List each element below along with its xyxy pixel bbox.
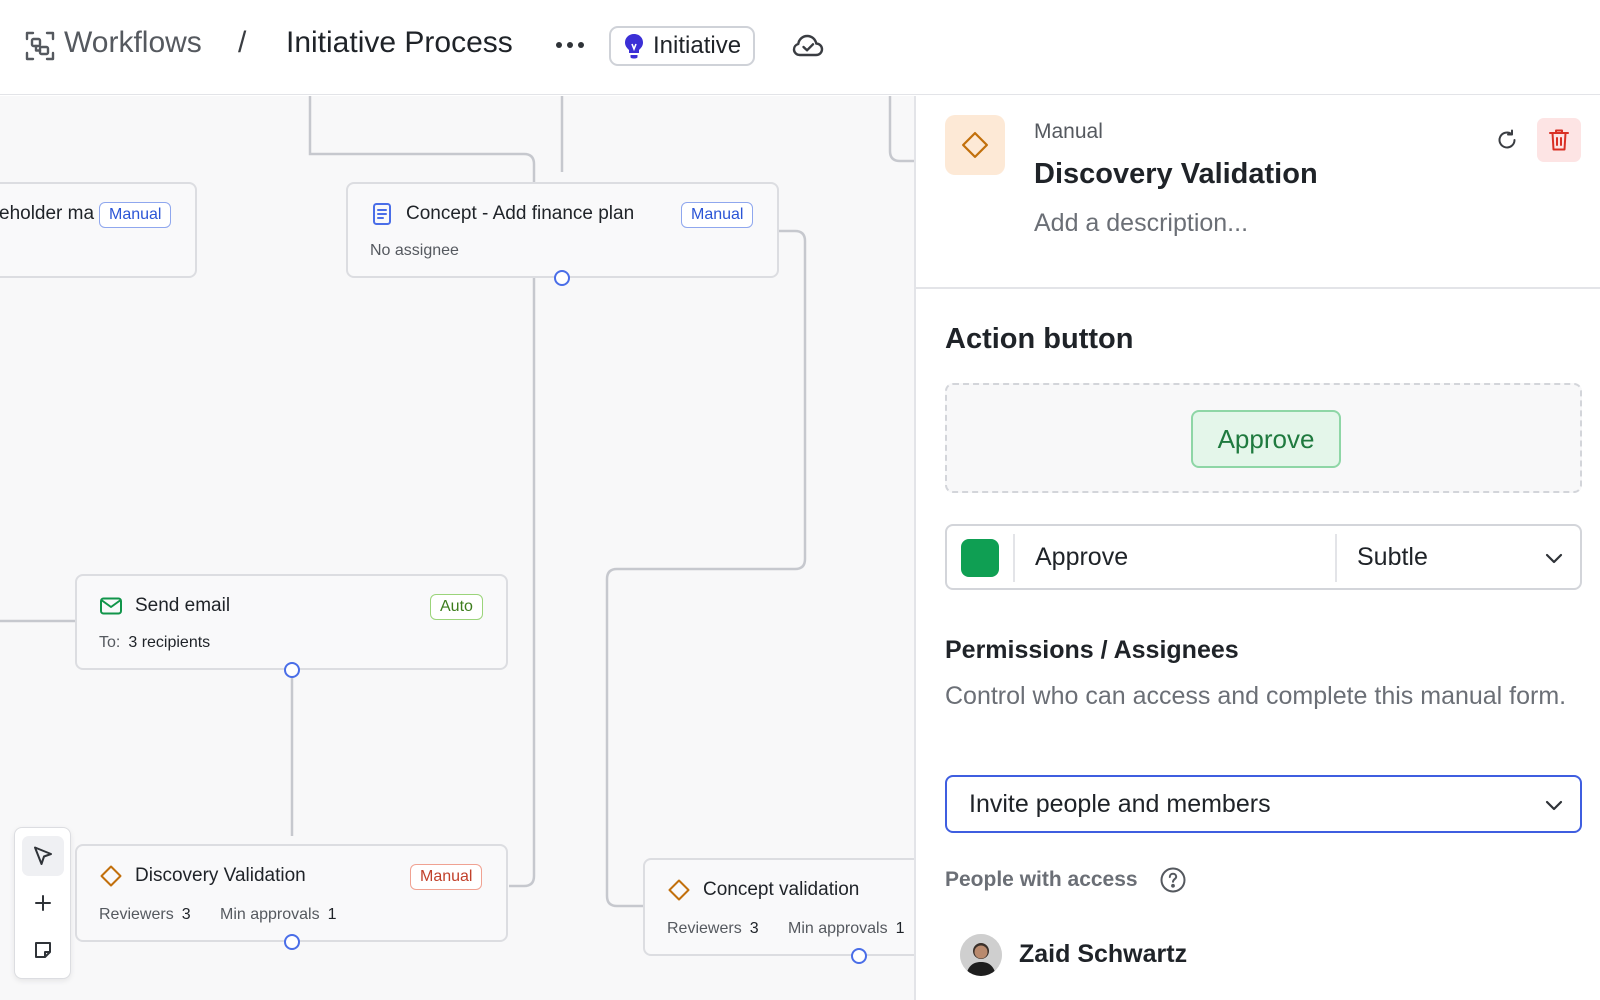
add-node-button[interactable] xyxy=(22,883,64,923)
chevron-down-icon xyxy=(1545,800,1563,811)
workflow-node-discovery-validation[interactable]: Discovery Validation Manual Reviewers 3 M… xyxy=(75,844,508,942)
invite-select-value: Invite people and members xyxy=(969,790,1271,818)
workflow-type-pill[interactable]: Initiative xyxy=(609,26,756,66)
node-type-badge xyxy=(945,115,1005,175)
reviewers-value: 3 xyxy=(749,920,759,937)
permissions-title: Permissions / Assignees xyxy=(945,636,1239,664)
connector-port[interactable] xyxy=(284,662,300,678)
reviewers-label: Reviewers xyxy=(99,906,174,923)
node-kind-label: Manual xyxy=(1034,120,1103,143)
node-details-panel: Manual Discovery Validation Add a descri… xyxy=(914,96,1600,1000)
document-icon xyxy=(373,203,391,225)
pointer-tool-button[interactable] xyxy=(22,836,64,876)
action-button-preview: Approve xyxy=(945,383,1582,493)
node-title: Concept validation xyxy=(703,879,860,900)
connector-port[interactable] xyxy=(851,948,867,964)
manual-tag: Manual xyxy=(410,864,483,890)
description-input[interactable]: Add a description... xyxy=(1034,209,1248,238)
user-avatar-icon xyxy=(960,934,1002,976)
node-title: Discovery Validation xyxy=(135,865,306,886)
approve-preview-button[interactable]: Approve xyxy=(1191,410,1341,468)
more-icon xyxy=(567,42,573,48)
button-color-swatch[interactable] xyxy=(961,539,999,577)
breadcrumb-workflows[interactable]: Workflows xyxy=(64,26,202,60)
reviewers-label: Reviewers xyxy=(667,920,742,937)
page-title[interactable]: Initiative Process xyxy=(286,26,513,60)
recipients-value: 3 recipients xyxy=(128,634,211,651)
auto-tag: Auto xyxy=(430,594,483,620)
diamond-icon xyxy=(962,132,988,158)
reviewers-value: 3 xyxy=(181,906,191,923)
invite-people-select[interactable]: Invite people and members xyxy=(945,775,1582,833)
refresh-button[interactable] xyxy=(1491,124,1523,156)
people-with-access-label: People with access xyxy=(945,868,1138,891)
workflow-type-label: Initiative xyxy=(653,32,742,59)
workflow-canvas[interactable]: eholder ma Manual Concept - Add finance … xyxy=(0,96,914,1000)
button-label-input[interactable]: Approve xyxy=(1035,543,1128,572)
diamond-icon xyxy=(668,879,690,901)
pointer-icon xyxy=(34,846,52,865)
diamond-icon xyxy=(100,865,122,887)
min-approvals-label: Min approvals xyxy=(220,906,320,923)
min-approvals-value: 1 xyxy=(895,920,905,937)
trash-icon xyxy=(1549,129,1569,151)
node-title: eholder ma xyxy=(0,203,95,224)
manual-tag: Manual xyxy=(99,202,172,228)
node-title: Send email xyxy=(135,595,231,616)
connector-port[interactable] xyxy=(284,934,300,950)
node-title-field[interactable]: Discovery Validation xyxy=(1034,158,1318,191)
person-name: Zaid Schwartz xyxy=(1019,940,1188,968)
node-title: Concept - Add finance plan xyxy=(406,203,635,224)
node-min-approvals: Min approvals 1 xyxy=(220,906,337,924)
add-note-button[interactable] xyxy=(22,930,64,970)
recipients-label: To: xyxy=(99,634,121,651)
more-icon xyxy=(556,42,562,48)
cloud-check-icon[interactable] xyxy=(792,32,824,60)
avatar xyxy=(960,934,1002,976)
button-style-select[interactable]: Subtle xyxy=(1357,543,1428,572)
action-button-section-title: Action button xyxy=(945,323,1134,355)
config-divider xyxy=(1335,534,1337,582)
canvas-toolbar xyxy=(14,827,71,979)
min-approvals-value: 1 xyxy=(327,906,337,923)
workflow-icon[interactable] xyxy=(24,31,56,61)
workflow-node-concept-validation[interactable]: Concept validation Reviewers 3 Min approv… xyxy=(643,858,914,956)
workflow-node-stakeholder[interactable]: eholder ma Manual xyxy=(0,182,197,278)
help-icon[interactable] xyxy=(1159,866,1187,894)
min-approvals-label: Min approvals xyxy=(788,920,888,937)
more-icon xyxy=(578,42,584,48)
plus-icon xyxy=(35,895,51,911)
node-reviewers: Reviewers 3 xyxy=(667,920,759,938)
config-divider xyxy=(1013,534,1015,582)
more-options-button[interactable] xyxy=(553,30,587,60)
node-recipients: To: 3 recipients xyxy=(99,634,210,652)
permissions-description: Control who can access and complete this… xyxy=(945,682,1567,710)
mail-icon xyxy=(100,597,122,615)
action-button-config: Approve Subtle xyxy=(945,524,1582,590)
refresh-icon xyxy=(1498,129,1516,149)
breadcrumb-separator: / xyxy=(238,26,247,59)
note-icon xyxy=(35,942,51,958)
workflow-node-finance-plan[interactable]: Concept - Add finance plan Manual No ass… xyxy=(346,182,779,278)
node-reviewers: Reviewers 3 xyxy=(99,906,191,924)
top-bar: Workflows / Initiative Process Initiativ… xyxy=(0,0,1600,95)
panel-divider xyxy=(916,287,1600,289)
node-min-approvals: Min approvals 1 xyxy=(788,920,905,938)
chevron-down-icon[interactable] xyxy=(1542,546,1566,570)
lightbulb-icon xyxy=(625,34,643,59)
manual-tag: Manual xyxy=(681,202,754,228)
connector-port[interactable] xyxy=(554,270,570,286)
workflow-node-send-email[interactable]: Send email Auto To: 3 recipients xyxy=(75,574,508,670)
node-assignee: No assignee xyxy=(370,242,459,259)
delete-node-button[interactable] xyxy=(1537,118,1581,162)
